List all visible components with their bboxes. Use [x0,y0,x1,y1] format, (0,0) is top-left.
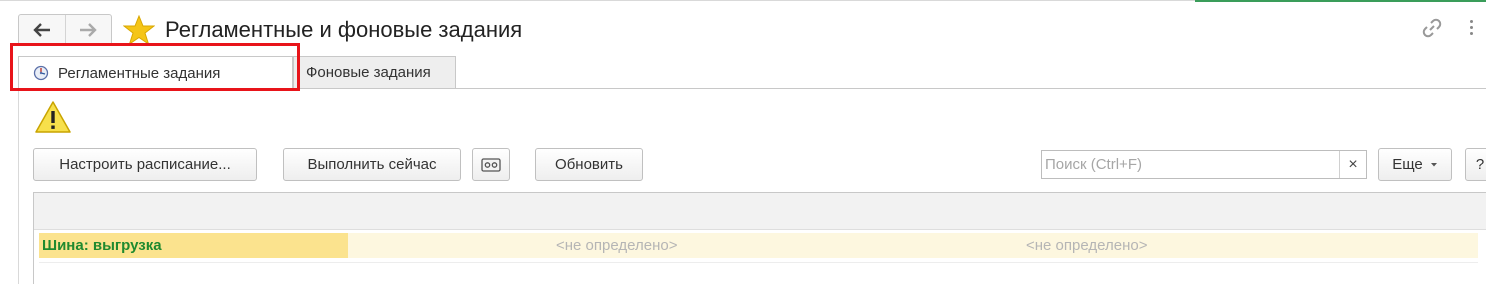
refresh-button[interactable]: Обновить [535,148,643,181]
more-button[interactable]: Еще [1378,148,1452,181]
table-row[interactable]: Шина: выгрузка <не определено> <не опред… [39,233,1478,258]
tab-scheduled-jobs-label: Регламентные задания [58,64,221,82]
content-left-edge [18,88,19,284]
active-window-indicator [1195,0,1486,2]
back-arrow-icon [33,23,50,37]
search-field: × [1041,150,1367,179]
clear-icon: × [1348,155,1358,173]
search-clear-button[interactable]: × [1339,151,1366,178]
configure-schedule-button[interactable]: Настроить расписание... [33,148,257,181]
search-input[interactable] [1042,151,1335,178]
link-icon[interactable] [1420,16,1444,40]
scheduled-job-icon [33,65,49,81]
favorite-star-icon[interactable] [123,15,155,45]
more-vertical-icon[interactable] [1465,17,1477,41]
tab-background-jobs[interactable]: Фоновые задания [293,56,456,88]
tab-background-jobs-label: Фоновые задания [306,64,431,81]
job-name-cell[interactable]: Шина: выгрузка [39,233,348,258]
warning-icon [35,101,71,133]
run-now-button[interactable]: Выполнить сейчас [283,148,461,181]
job-cell-undefined: <не определено> [1026,237,1148,254]
nav-buttons [18,14,112,46]
cassette-button[interactable] [472,148,510,181]
forward-arrow-icon [80,23,97,37]
page-title: Регламентные и фоновые задания [165,17,523,42]
job-cell-undefined: <не определено> [556,237,678,254]
tab-scheduled-jobs[interactable]: Регламентные задания [18,56,293,89]
help-button[interactable]: ? [1465,148,1486,181]
cassette-icon [481,157,501,172]
row-divider [39,262,1478,263]
back-button[interactable] [19,15,65,45]
table-header [34,193,1486,230]
forward-button[interactable] [64,15,112,45]
more-button-label: Еще [1392,156,1423,173]
dropdown-caret-icon [1430,162,1437,166]
jobs-table: Шина: выгрузка <не определено> <не опред… [33,192,1486,284]
top-border [0,0,1195,1]
